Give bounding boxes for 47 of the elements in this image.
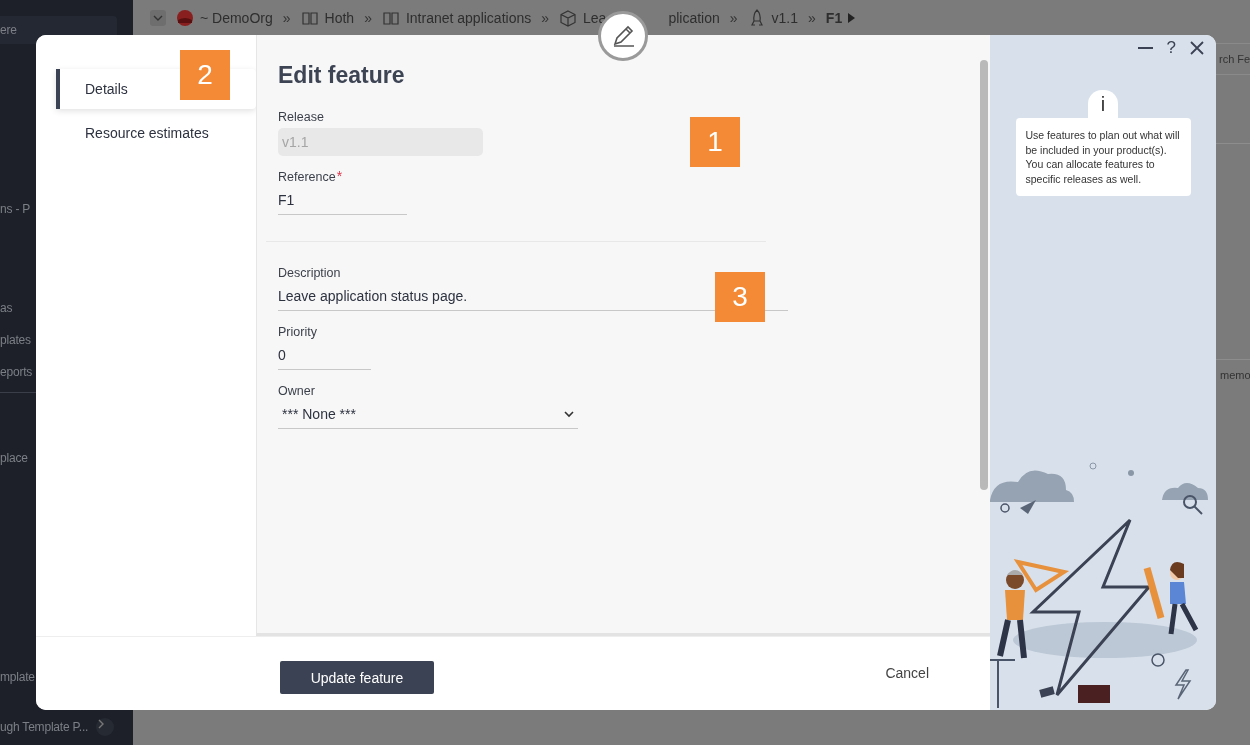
minimize-icon[interactable] (1137, 47, 1153, 49)
step-number-badge: 1 (690, 117, 740, 167)
step-number-badge: 3 (715, 272, 765, 322)
update-feature-button[interactable]: Update feature (280, 661, 434, 694)
breadcrumb-link[interactable]: Hoth (324, 9, 355, 26)
field-label: Reference (278, 170, 336, 184)
chevron-down-icon (564, 410, 574, 418)
chevron-right-icon[interactable] (96, 718, 115, 736)
breadcrumb-separator: » (729, 9, 738, 26)
breadcrumb-separator: » (282, 9, 291, 26)
box-icon (559, 8, 578, 27)
close-icon[interactable] (1190, 41, 1204, 55)
input-field[interactable]: 0 (278, 343, 371, 370)
breadcrumb-link[interactable]: Intranet applications (405, 9, 532, 26)
breadcrumb-link[interactable]: plication (668, 9, 720, 26)
field-label: Owner (278, 384, 316, 398)
sidebar-item[interactable]: place (0, 451, 28, 465)
sidebar-item[interactable]: eports (0, 365, 33, 379)
breadcrumb-separator: » (364, 9, 372, 26)
sidebar-item[interactable]: as (0, 301, 13, 315)
breadcrumb-separator: » (808, 9, 816, 26)
pencil-icon (611, 24, 635, 48)
breadcrumb-separator: » (541, 9, 550, 26)
required-mark: * (336, 170, 343, 184)
field-label: Description (278, 266, 341, 280)
background-text: memo (1220, 369, 1250, 381)
organization-logo-icon (176, 8, 194, 27)
sidebar-item[interactable]: ugh Template P... (0, 720, 89, 734)
step-number-badge: 2 (180, 50, 230, 100)
field-label: Release (278, 110, 324, 124)
breadcrumb-link[interactable]: ~ DemoOrg (200, 9, 273, 26)
sidebar-item[interactable]: mplate (0, 670, 35, 684)
input-field[interactable]: F1 (278, 188, 407, 215)
help-text: Use features to plan out what will be included in your product(s). You can allocate features to specific releases as well. (1015, 118, 1191, 196)
chevron-down-icon[interactable] (150, 9, 166, 26)
nav-tab[interactable]: Resource estimates (56, 113, 256, 153)
sidebar-item[interactable]: plates (0, 333, 31, 347)
help-button[interactable]: ? (1166, 38, 1176, 58)
sidebar-item[interactable]: ns - P (0, 202, 31, 216)
dropdown-field[interactable]: *** None *** (278, 402, 578, 429)
scrollbar-thumb[interactable] (980, 60, 988, 490)
breadcrumb-link[interactable]: v1.1 (771, 9, 799, 26)
field-label: Priority (278, 325, 317, 339)
dialog-title: Edit feature (278, 62, 406, 89)
triangle-right-icon[interactable] (848, 12, 856, 23)
breadcrumb-link[interactable]: F1 (825, 9, 843, 26)
cancel-button[interactable]: Cancel (879, 663, 935, 682)
